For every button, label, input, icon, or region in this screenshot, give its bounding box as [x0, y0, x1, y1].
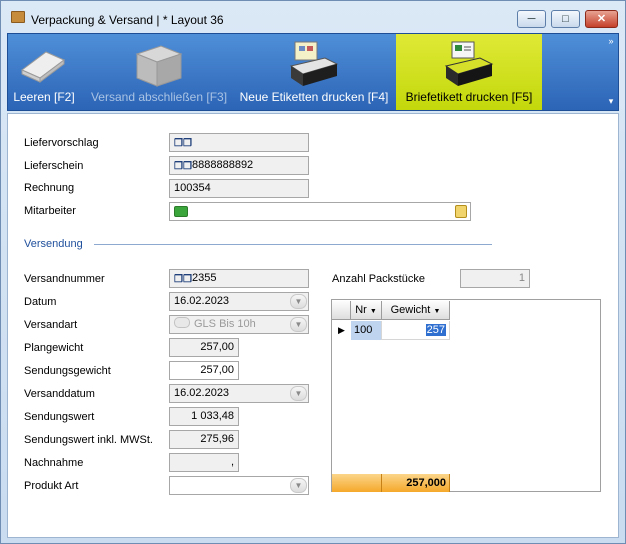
main-window: Verpackung & Versand | * Layout 36 ─ □ ✕…	[0, 0, 626, 544]
grid-footer-total: 257,000	[382, 474, 450, 492]
datum-field[interactable]: 16.02.2023 ▼	[169, 292, 309, 311]
title-bar: Verpackung & Versand | * Layout 36 ─ □ ✕	[1, 1, 625, 33]
grid-header-gewicht[interactable]: Gewicht ▼	[382, 301, 450, 320]
chevron-down-icon[interactable]: ▼	[290, 294, 307, 309]
grid-footer-spacer	[332, 474, 382, 492]
sendungsgewicht-label: Sendungsgewicht	[24, 365, 111, 377]
grid-corner	[332, 301, 351, 320]
letter-printer-icon	[444, 41, 494, 86]
plangewicht-field[interactable]: 257,00	[169, 338, 239, 357]
produkt-art-label: Produkt Art	[24, 480, 79, 492]
package-icon	[135, 45, 183, 87]
produkt-art-select[interactable]: ▼	[169, 476, 309, 495]
lieferschein-field[interactable]: ❐❐8888888892	[169, 156, 309, 175]
ribbon-options-icon[interactable]: ▾	[604, 96, 618, 107]
versandnummer-label: Versandnummer	[24, 273, 105, 285]
finish-shipping-button[interactable]: Versand abschließen [F3]	[88, 34, 230, 110]
nachnahme-field[interactable]: ,	[169, 453, 239, 472]
chevron-down-icon[interactable]: ▼	[290, 317, 307, 332]
packstuecke-field[interactable]: 1	[460, 269, 530, 288]
versanddatum-label: Versanddatum	[24, 388, 95, 400]
sendungswert-label: Sendungswert	[24, 411, 95, 423]
packstuecke-label: Anzahl Packstücke	[332, 273, 425, 285]
minimize-button[interactable]: ─	[517, 10, 546, 28]
lieferschein-label: Lieferschein	[24, 160, 84, 172]
plangewicht-label: Plangewicht	[24, 342, 84, 354]
liefervorschlag-label: Liefervorschlag	[24, 137, 99, 149]
window-title: Verpackung & Versand | * Layout 36	[31, 13, 224, 27]
sort-dropdown-icon[interactable]: ▼	[433, 308, 440, 315]
clear-button[interactable]: Leeren [F2]	[8, 34, 80, 110]
binoculars-icon[interactable]: ❐❐	[174, 274, 192, 285]
mitarbeiter-field[interactable]	[169, 202, 471, 221]
chevron-down-icon[interactable]: ▼	[290, 386, 307, 401]
rechnung-label: Rechnung	[24, 182, 75, 194]
binoculars-icon[interactable]: ❐❐	[174, 161, 192, 172]
arrow-right-icon[interactable]	[174, 206, 188, 217]
sendungswert-field[interactable]: 1 033,48	[169, 407, 239, 426]
package-icon	[11, 11, 25, 23]
eraser-icon	[21, 51, 65, 83]
sendungsgewicht-field[interactable]: 257,00	[169, 361, 239, 380]
clear-button-label: Leeren [F2]	[13, 90, 75, 104]
chevron-down-icon[interactable]: ▼	[290, 478, 307, 493]
versandart-label: Versandart	[24, 319, 78, 331]
clipboard-icon[interactable]	[455, 205, 467, 218]
nachnahme-label: Nachnahme	[24, 457, 84, 469]
print-labels-label: Neue Etiketten drucken [F4]	[239, 90, 389, 104]
versandart-select[interactable]: GLS Bis 10h ▼	[169, 315, 309, 334]
maximize-button[interactable]: □	[551, 10, 580, 28]
datum-label: Datum	[24, 296, 57, 308]
mitarbeiter-label: Mitarbeiter	[24, 205, 76, 217]
label-printer-icon	[289, 41, 339, 86]
liefervorschlag-field[interactable]: ❐❐	[169, 133, 309, 152]
ribbon-side-strip: » ▾	[604, 34, 618, 110]
section-divider	[94, 244, 492, 245]
sort-dropdown-icon[interactable]: ▼	[370, 308, 377, 315]
sendungswert-mwst-label: Sendungswert inkl. MWSt.	[24, 434, 153, 446]
grid-cell-gewicht[interactable]: 257	[382, 321, 450, 340]
versanddatum-field[interactable]: 16.02.2023 ▼	[169, 384, 309, 403]
close-button[interactable]: ✕	[585, 10, 618, 28]
binoculars-icon[interactable]: ❐❐	[174, 138, 192, 149]
sendungswert-mwst-field[interactable]: 275,96	[169, 430, 239, 449]
print-labels-button[interactable]: Neue Etiketten drucken [F4]	[234, 34, 394, 110]
grid-header-nr[interactable]: Nr ▼	[351, 301, 382, 320]
packstuecke-grid: Nr ▼ Gewicht ▼ ▶ 100 257 257,000	[331, 299, 601, 492]
rechnung-field[interactable]: 100354	[169, 179, 309, 198]
versandnummer-field[interactable]: ❐❐2355	[169, 269, 309, 288]
finish-shipping-label: Versand abschließen [F3]	[90, 90, 228, 104]
arrows-icon	[174, 317, 190, 328]
grid-cell-nr[interactable]: 100	[351, 321, 382, 340]
print-letter-label-label: Briefetikett drucken [F5]	[405, 90, 533, 104]
ribbon-toolbar: Leeren [F2] Versand abschließen [F3] Neu…	[7, 33, 619, 111]
print-letter-label-button[interactable]: Briefetikett drucken [F5]	[396, 34, 542, 110]
ribbon-collapse-icon[interactable]: »	[604, 36, 618, 46]
form-panel: Liefervorschlag ❐❐ Lieferschein ❐❐888888…	[7, 113, 619, 538]
row-indicator-icon: ▶	[338, 325, 345, 335]
section-title: Versendung	[24, 238, 83, 250]
